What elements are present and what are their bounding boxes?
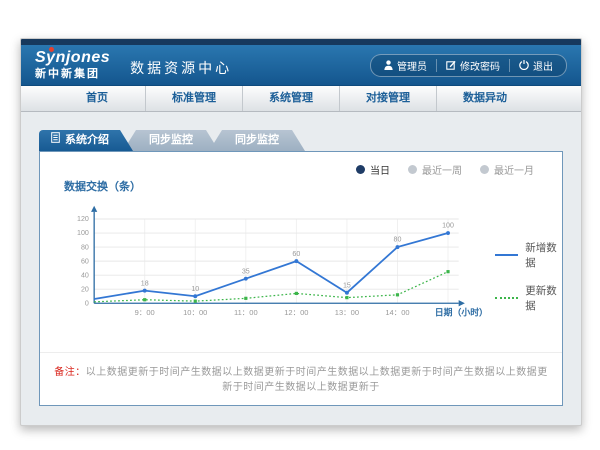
data-point-label: 18 [141,279,149,287]
user-menu-change-password[interactable]: 修改密码 [436,59,509,72]
tab-system-intro[interactable]: 系统介绍 [39,130,133,151]
x-axis-arrow-icon [459,300,465,306]
time-range-filter: 当日 最近一周 最近一月 [356,162,534,177]
x-tick-label: 11：00 [234,308,258,317]
footnote-text: 以上数据更新于时间产生数据以上数据更新于时间产生数据以上数据更新于时间产生数据以… [86,367,548,393]
brand-name: Synjones [35,50,110,66]
nav-item-standard-mgmt[interactable]: 标准管理 [145,86,242,111]
nav-item-home[interactable]: 首页 [49,86,145,111]
y-tick-label: 100 [77,229,89,237]
footnote-label: 备注： [54,367,86,378]
radio-today[interactable]: 当日 [356,162,390,177]
y-tick-label: 60 [81,257,89,265]
y-tick-label: 20 [81,285,89,293]
user-menu-admin[interactable]: 管理员 [375,59,436,72]
chart-area: 0 20 40 60 80 100 120 9：00 10：00 11：00 12：00 13：00 1… [64,196,562,336]
line-swatch-icon [495,254,518,256]
data-point[interactable] [345,291,349,295]
data-point-label: 35 [242,267,250,275]
nav-item-interface-mgmt[interactable]: 对接管理 [339,86,436,111]
data-point[interactable] [143,289,147,293]
x-axis-title: 日期（小时） [435,307,488,318]
user-menu-label: 管理员 [397,58,427,73]
chart-legend: 新增数据 更新数据 [495,240,562,313]
x-tick-label: 14：00 [385,308,409,317]
data-point[interactable] [193,294,197,298]
radio-last-week[interactable]: 最近一周 [408,162,462,177]
y-tick-label: 0 [85,299,89,307]
radio-label: 最近一月 [494,162,534,177]
data-point[interactable] [194,300,197,303]
user-menu-logout[interactable]: 退出 [509,59,562,72]
x-tick-label: 12：00 [284,308,308,317]
edit-icon [446,60,456,70]
chart-y-axis-title: 数据交换（条） [64,178,562,194]
app-window: Synjones 新中新集团 数据资源中心 管理员 修改密码 [20,38,582,426]
y-tick-label: 80 [81,243,89,251]
data-point[interactable] [345,296,348,299]
tab-sync-monitor-1[interactable]: 同步监控 [123,130,219,151]
data-point[interactable] [295,292,298,295]
data-point[interactable] [143,298,146,301]
data-point[interactable] [244,297,247,300]
legend-item-new-data[interactable]: 新增数据 [495,240,562,270]
brand-dot-icon [49,47,54,52]
data-point[interactable] [396,245,400,249]
app-header: Synjones 新中新集团 数据资源中心 管理员 修改密码 [21,45,581,86]
data-point[interactable] [294,259,298,263]
company-name: 新中新集团 [35,69,110,80]
data-point-label: 10 [191,285,199,293]
logo: Synjones 新中新集团 [35,50,110,80]
page-title: 数据资源中心 [130,58,232,78]
main-nav: 首页 标准管理 系统管理 对接管理 数据异动 [21,86,581,112]
data-point-label: 80 [394,236,402,244]
tab-label: 同步监控 [149,130,193,151]
data-point[interactable] [446,231,450,235]
data-point-label: 15 [343,281,351,289]
data-point[interactable] [396,293,399,296]
radio-icon [480,165,489,174]
y-tick-label: 120 [77,215,89,223]
line-swatch-icon [495,297,518,299]
user-menu-label: 退出 [533,58,553,73]
tab-label: 系统介绍 [65,130,109,151]
exchange-chart: 0 20 40 60 80 100 120 9：00 10：00 11：00 12：00 13：00 1… [64,196,491,336]
x-tick-label: 9：00 [135,308,155,317]
user-icon [384,60,393,70]
chart-panel: 当日 最近一周 最近一月 数据交换（条） 0 20 40 60 80 100 120 9：00… [39,151,563,406]
radio-last-month[interactable]: 最近一月 [480,162,534,177]
user-menu-label: 修改密码 [460,58,500,73]
tab-label: 同步监控 [235,130,279,151]
document-icon [51,130,60,151]
radio-icon [408,165,417,174]
radio-label: 当日 [370,162,390,177]
data-point-label: 60 [292,250,300,258]
footnote: 备注：以上数据更新于时间产生数据以上数据更新于时间产生数据以上数据更新于时间产生… [40,352,562,405]
data-point-label: 100 [442,222,454,230]
radio-label: 最近一周 [422,162,462,177]
x-tick-label: 10：00 [183,308,207,317]
y-tick-label: 40 [81,271,89,279]
legend-item-updated-data[interactable]: 更新数据 [495,283,562,313]
user-menu: 管理员 修改密码 退出 [370,54,567,77]
legend-label: 更新数据 [525,283,562,313]
nav-item-system-mgmt[interactable]: 系统管理 [242,86,339,111]
tab-bar: 系统介绍 同步监控 同步监控 [39,130,563,151]
tab-sync-monitor-2[interactable]: 同步监控 [209,130,305,151]
nav-item-data-change[interactable]: 数据异动 [436,86,533,111]
y-axis-arrow-icon [91,206,97,212]
content-area: 系统介绍 同步监控 同步监控 当日 最近一周 [21,112,581,406]
power-icon [519,60,529,70]
data-point[interactable] [446,270,449,273]
x-tick-label: 13：00 [335,308,359,317]
radio-icon [356,165,365,174]
legend-label: 新增数据 [525,240,562,270]
data-point[interactable] [244,277,248,281]
